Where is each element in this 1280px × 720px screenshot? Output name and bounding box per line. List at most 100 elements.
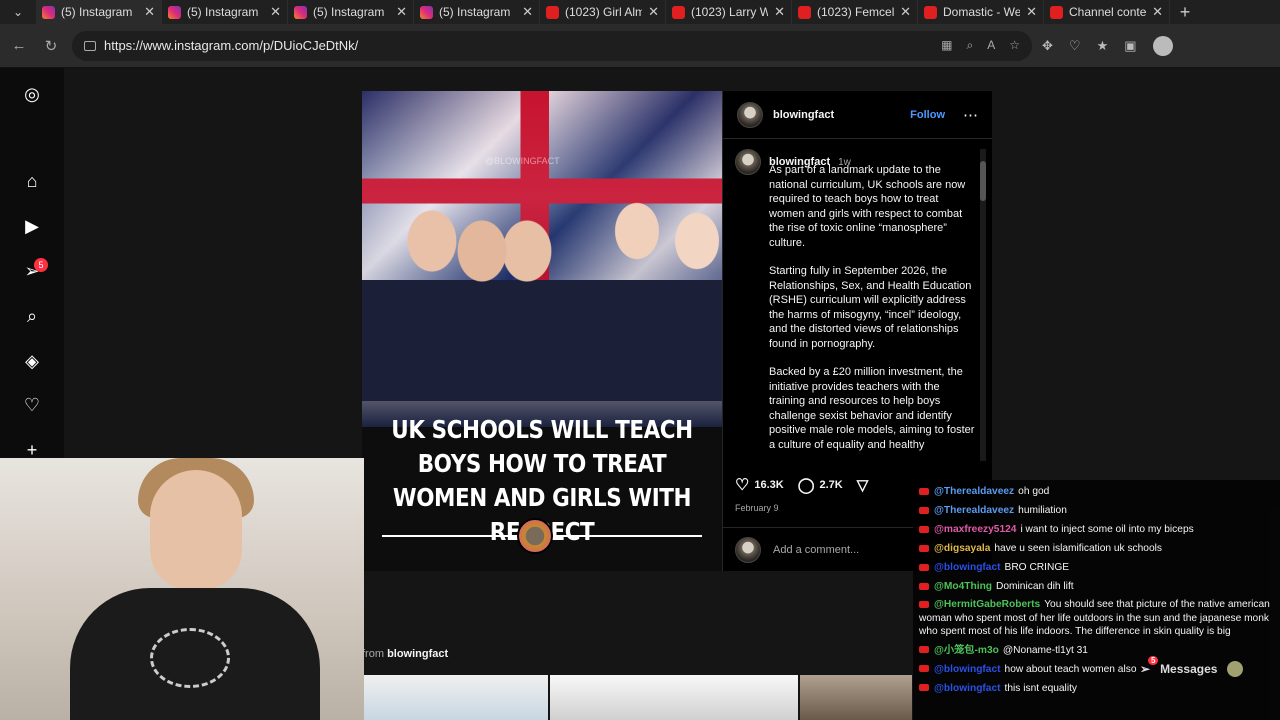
browser-essentials-icon[interactable]: ♡ [1069,38,1081,54]
messages-button[interactable]: ➢ 5 Messages [1140,655,1244,683]
site-info-icon[interactable] [84,40,96,51]
address-bar[interactable]: https://www.instagram.com/p/DUioCJeDtNk/… [72,30,1032,61]
explore-icon[interactable]: ◈ [22,351,42,371]
youtube-icon [919,582,929,590]
profile-avatar[interactable] [1152,35,1173,56]
tab-close-icon[interactable]: ✕ [522,4,533,20]
collections-icon[interactable]: ▣ [1124,38,1136,54]
more-post-thumbnail[interactable] [800,675,912,720]
browser-toolbar: ← ↻ https://www.instagram.com/p/DUioCJeD… [0,24,1280,68]
tab-title[interactable]: (5) Instagram [439,5,516,19]
chat-text: have u seen islamification uk schools [994,543,1162,554]
messages-label: Messages [1160,662,1218,676]
caption-avatar[interactable] [735,149,761,175]
tab-close-icon[interactable]: ✕ [900,4,911,20]
comment-count: 2.7K [819,479,843,491]
chat-username: @小笼包-m3o [934,644,999,656]
tab-title[interactable]: (5) Instagram [61,5,138,19]
home-icon[interactable]: ⌂ [22,171,42,191]
like-heart-icon[interactable]: ♡ [735,475,749,495]
instagram-favicon-icon [168,5,181,19]
more-posts-grid [362,675,914,720]
chat-username: @maxfreezy5124 [934,524,1017,535]
tab-title[interactable]: Channel conten [1069,5,1146,19]
search-icon[interactable]: ⌕ [22,306,42,326]
notification-badge: 5 [34,258,48,272]
url-text[interactable]: https://www.instagram.com/p/DUioCJeDtNk/ [104,38,358,53]
like-count: 16.3K [754,479,784,491]
chat-username: @blowingfact [934,682,1001,694]
tab-title[interactable]: (5) Instagram [313,5,390,19]
youtube-icon [919,665,929,673]
messages-badge: 5 [1148,656,1159,665]
more-from-username[interactable]: blowingfact [387,648,448,660]
more-post-thumbnail[interactable] [362,675,548,720]
chat-text: how about teach women also [1004,663,1137,675]
youtube-favicon-icon [672,5,685,19]
author-username[interactable]: blowingfact [773,109,834,121]
browser-tab[interactable]: (5) Instagram ✕ [36,0,162,24]
tab-close-icon[interactable]: ✕ [1026,4,1037,20]
tab-close-icon[interactable]: ✕ [774,4,785,20]
chat-text: i want to inject some oil into my biceps [1020,524,1194,535]
refresh-icon[interactable]: ↻ [40,37,62,55]
create-icon[interactable]: + [22,440,42,460]
back-icon[interactable]: ← [8,37,30,54]
youtube-icon [919,600,929,608]
zoom-icon[interactable]: ⌕ [966,38,973,53]
read-aloud-icon[interactable]: A [987,38,995,53]
caption-paragraph: Starting fully in September 2026, the Re… [769,265,972,350]
tab-close-icon[interactable]: ✕ [270,4,281,20]
more-post-thumbnail[interactable] [550,675,798,720]
chat-message: @Therealdaveez humiliation [919,501,1274,520]
scrollbar-thumb[interactable] [980,161,986,201]
new-tab-button[interactable]: + [1170,2,1200,23]
post-header: blowingfact Follow ⋯ [723,91,992,139]
instagram-logo-icon[interactable]: ◎ [22,84,42,104]
favorite-star-icon[interactable]: ☆ [1009,38,1020,53]
tab-title[interactable]: (5) Instagram [187,5,264,19]
caption-scrollbar[interactable] [980,149,986,461]
browser-tab[interactable]: Channel conten ✕ [1044,0,1170,24]
browser-tab[interactable]: (5) Instagram ✕ [288,0,414,24]
messages-send-icon: ➢ 5 [1140,656,1159,676]
browser-tab[interactable]: (1023) Larry Wh ✕ [666,0,792,24]
tab-close-icon[interactable]: ✕ [144,4,155,20]
instagram-favicon-icon [294,5,307,19]
tab-title[interactable]: (1023) Femcel F [817,5,894,19]
author-avatar[interactable] [737,101,763,128]
browser-tab[interactable]: (1023) Girl Almo ✕ [540,0,666,24]
browser-tab[interactable]: (5) Instagram ✕ [162,0,288,24]
tab-close-icon[interactable]: ✕ [648,4,659,20]
follow-button[interactable]: Follow [910,109,945,121]
tab-title[interactable]: (1023) Girl Almo [565,5,642,19]
chat-message: @digsayala have u seen islamification uk … [919,539,1274,558]
post-media-image[interactable]: @BLOWINGFACT UK SCHOOLS WILL TEACH BOYS … [362,91,722,571]
favorites-icon[interactable]: ★ [1097,38,1109,54]
tab-close-icon[interactable]: ✕ [396,4,407,20]
chat-username: @digsayala [934,543,991,554]
youtube-icon [919,646,929,654]
browser-tab[interactable]: (1023) Femcel F ✕ [792,0,918,24]
tab-title[interactable]: (1023) Larry Wh [691,5,768,19]
share-icon[interactable]: ▽ [857,476,869,494]
browser-tab[interactable]: (5) Instagram ✕ [414,0,540,24]
youtube-icon [919,563,929,571]
youtube-icon [919,525,929,533]
browser-tab[interactable]: Domastic - Weir ✕ [918,0,1044,24]
notifications-heart-icon[interactable]: ♡ [22,395,42,415]
chat-message: @Mo4Thing Dominican dih lift [919,577,1274,596]
comment-input[interactable]: Add a comment... [773,544,859,556]
chat-text: @Noname-tl1yt 31 [1002,644,1088,656]
app-available-icon[interactable]: ▦ [941,38,952,53]
tab-close-icon[interactable]: ✕ [1152,4,1163,20]
extensions-icon[interactable]: ✥ [1042,38,1053,54]
tab-title[interactable]: Domastic - Weir [943,5,1020,19]
tab-actions-menu[interactable]: ⌄ [0,0,36,24]
more-options-icon[interactable]: ⋯ [963,106,978,124]
messages-avatar [1227,661,1244,677]
reels-icon[interactable]: ▶ [22,216,42,236]
comment-icon[interactable]: ◯ [798,476,815,494]
chat-message: @Therealdaveez oh god [919,482,1274,501]
chat-message: @blowingfact BRO CRINGE [919,558,1274,577]
